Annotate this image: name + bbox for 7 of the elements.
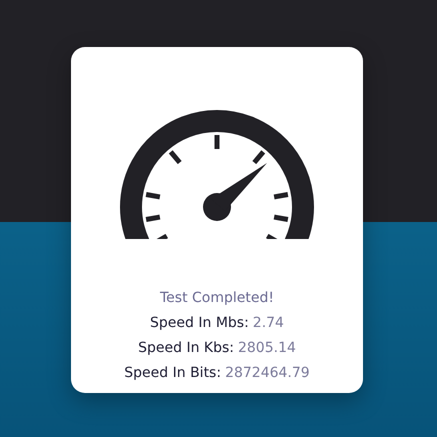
result-value: 2.74 bbox=[252, 314, 284, 333]
result-label: Speed In Bits: bbox=[124, 364, 222, 383]
result-label: Speed In Mbs: bbox=[150, 314, 249, 333]
result-label: Speed In Kbs: bbox=[138, 339, 234, 358]
result-value: 2805.14 bbox=[238, 339, 296, 358]
status-text: Test Completed! bbox=[160, 289, 274, 308]
result-value: 2872464.79 bbox=[225, 364, 310, 383]
